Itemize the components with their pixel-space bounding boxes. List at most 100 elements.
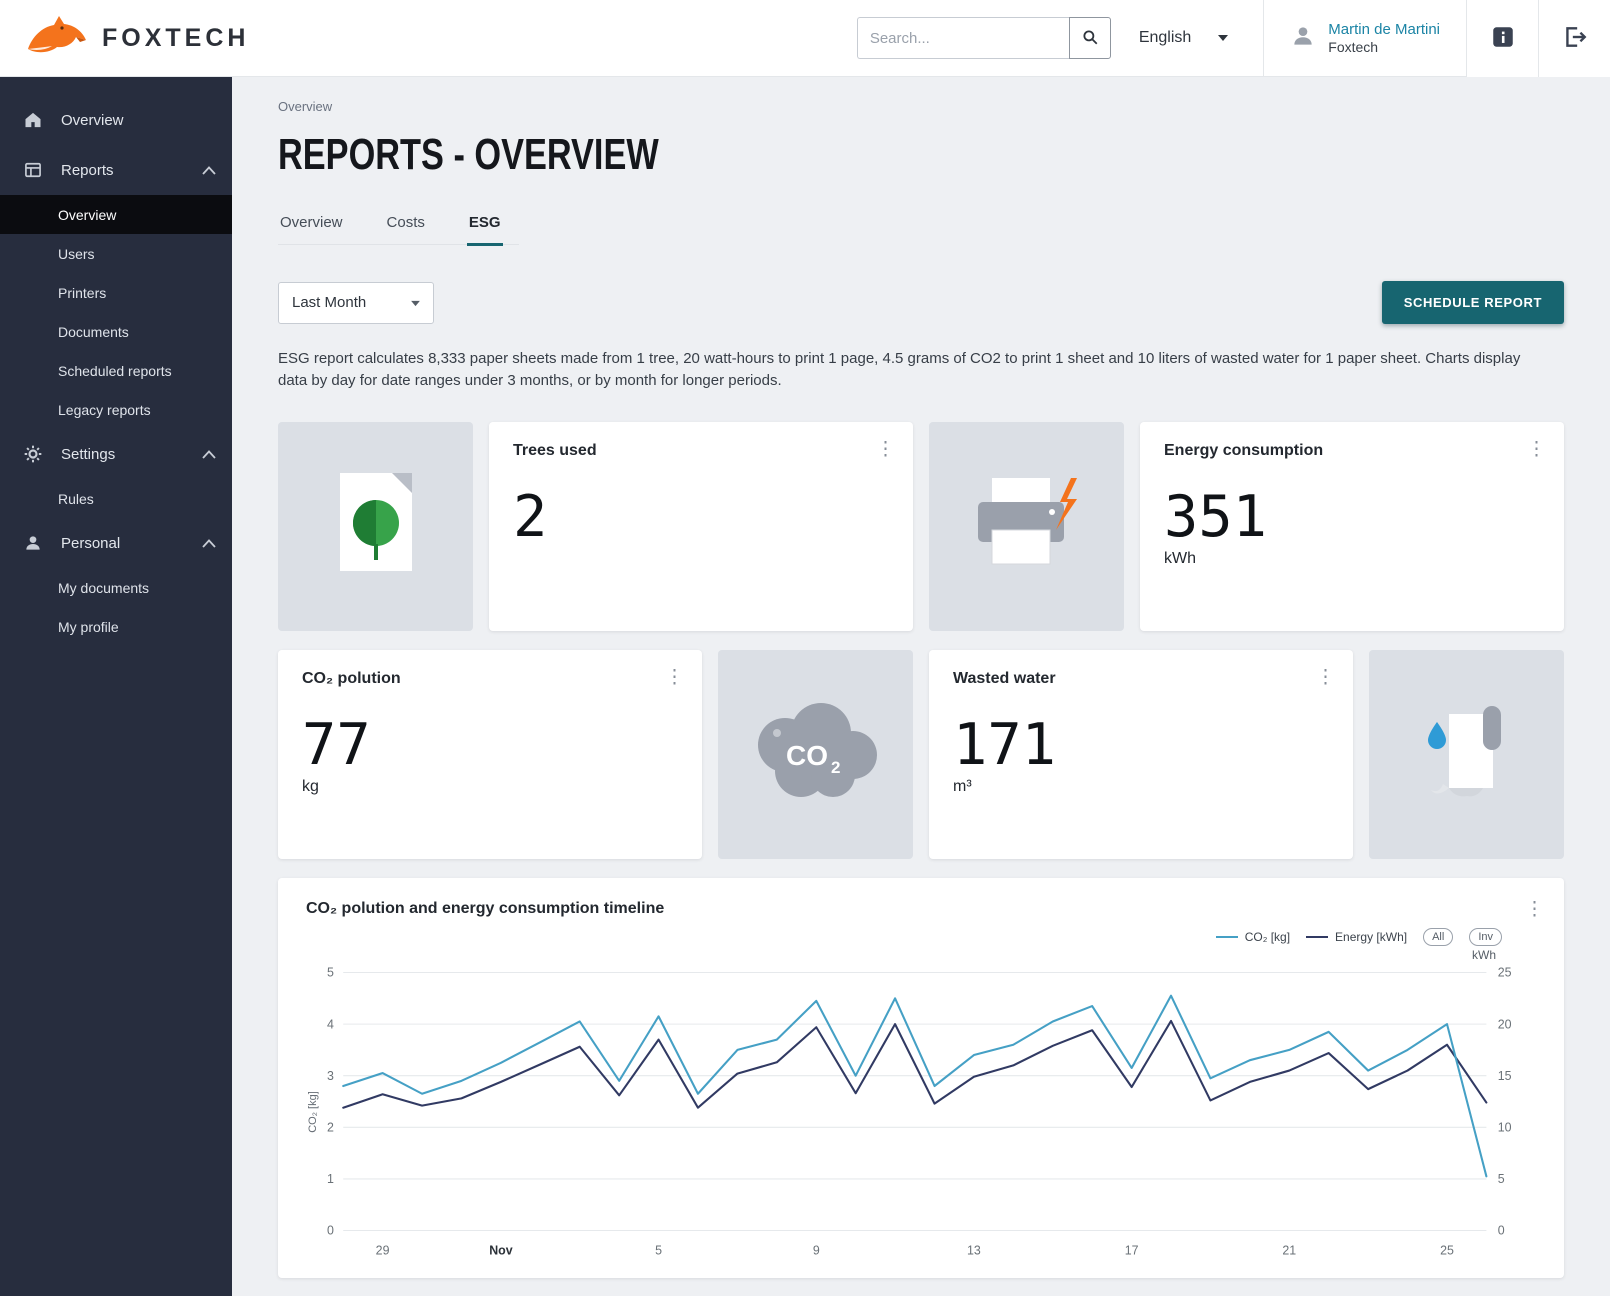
reports-icon xyxy=(22,159,44,181)
tab-overview[interactable]: Overview xyxy=(278,204,345,244)
user-icon xyxy=(1290,23,1316,54)
gear-icon xyxy=(22,443,44,465)
tab-costs[interactable]: Costs xyxy=(385,204,427,244)
sidebar-subitem-label: Printers xyxy=(58,285,106,301)
logout-button[interactable] xyxy=(1539,0,1610,77)
sidebar-item-rules[interactable]: Rules xyxy=(0,479,232,518)
sidebar-subitem-label: Scheduled reports xyxy=(58,363,172,379)
svg-text:1: 1 xyxy=(327,1172,334,1186)
chart-title: CO₂ polution and energy consumption time… xyxy=(306,900,1536,918)
search-button[interactable] xyxy=(1069,17,1111,59)
svg-text:25: 25 xyxy=(1440,1243,1454,1257)
info-button[interactable] xyxy=(1467,0,1538,77)
svg-text:5: 5 xyxy=(327,965,334,979)
sidebar-item-label: Reports xyxy=(61,162,114,179)
sidebar-subitem-label: My profile xyxy=(58,619,119,635)
user-name: Martin de Martini xyxy=(1328,21,1440,40)
main-content: Overview REPORTS - OVERVIEW Overview Cos… xyxy=(232,77,1610,1296)
sidebar-item-personal[interactable]: Personal xyxy=(0,518,232,568)
sidebar-item-settings[interactable]: Settings xyxy=(0,429,232,479)
legend-label: CO₂ [kg] xyxy=(1245,930,1290,944)
search-input[interactable] xyxy=(857,17,1069,59)
home-icon xyxy=(22,109,44,131)
sidebar-item-overview[interactable]: Overview xyxy=(0,95,232,145)
sidebar-item-legacy-reports[interactable]: Legacy reports xyxy=(0,390,232,429)
sidebar-item-users[interactable]: Users xyxy=(0,234,232,273)
breadcrumb[interactable]: Overview xyxy=(278,99,1564,114)
user-menu[interactable]: Martin de Martini Foxtech xyxy=(1264,21,1466,56)
right-axis-label: kWh xyxy=(306,948,1496,962)
svg-text:25: 25 xyxy=(1498,965,1512,979)
svg-text:0: 0 xyxy=(1498,1223,1505,1237)
svg-text:10: 10 xyxy=(1498,1120,1512,1134)
tree-paper-icon xyxy=(328,465,424,588)
language-select[interactable]: English xyxy=(1139,29,1229,47)
card-title: CO₂ polution xyxy=(302,670,678,688)
trees-used-card: Trees used ⋮ 2 xyxy=(489,422,913,631)
period-select-value: Last Month xyxy=(292,294,366,311)
svg-text:13: 13 xyxy=(967,1243,981,1257)
schedule-report-button[interactable]: SCHEDULE REPORT xyxy=(1382,281,1564,324)
kebab-menu-icon[interactable]: ⋮ xyxy=(665,668,684,687)
printer-illustration-card xyxy=(929,422,1124,631)
kebab-menu-icon[interactable]: ⋮ xyxy=(1316,668,1335,687)
energy-consumption-unit: kWh xyxy=(1164,550,1540,570)
sidebar-subitem-label: My documents xyxy=(58,580,149,596)
tree-illustration-card xyxy=(278,422,473,631)
sidebar-subitem-label: Documents xyxy=(58,324,129,340)
topbar: FOXTECH English Martin de Martini Foxtec… xyxy=(0,0,1610,77)
kebab-menu-icon[interactable]: ⋮ xyxy=(1527,440,1546,459)
tab-esg[interactable]: ESG xyxy=(467,204,503,246)
user-organization: Foxtech xyxy=(1328,39,1440,55)
card-title: Energy consumption xyxy=(1164,442,1540,460)
legend-item-co2[interactable]: CO₂ [kg] xyxy=(1216,930,1290,944)
sidebar-item-reports[interactable]: Reports xyxy=(0,145,232,195)
co2-illustration-card: CO 2 xyxy=(718,650,913,859)
tabs: Overview Costs ESG xyxy=(278,204,519,245)
sidebar-subitem-label: Users xyxy=(58,246,95,262)
co2-polution-card: CO₂ polution ⋮ 77 kg xyxy=(278,650,702,859)
sidebar-item-reports-overview[interactable]: Overview xyxy=(0,195,232,234)
energy-consumption-card: Energy consumption ⋮ 351 kWh xyxy=(1140,422,1564,631)
language-label: English xyxy=(1139,29,1191,47)
chart-inv-button[interactable]: Inv xyxy=(1469,928,1502,946)
chart-legend: CO₂ [kg] Energy [kWh] All Inv xyxy=(306,928,1502,946)
svg-text:20: 20 xyxy=(1498,1017,1512,1031)
trees-used-value: 2 xyxy=(513,486,889,549)
svg-text:9: 9 xyxy=(813,1243,820,1257)
brand-logo[interactable]: FOXTECH xyxy=(0,13,249,64)
svg-text:15: 15 xyxy=(1498,1068,1512,1082)
search-icon xyxy=(1081,28,1099,49)
kebab-menu-icon[interactable]: ⋮ xyxy=(876,440,895,459)
sidebar-item-my-documents[interactable]: My documents xyxy=(0,568,232,607)
kebab-menu-icon[interactable]: ⋮ xyxy=(1525,898,1544,921)
chevron-down-icon xyxy=(1217,29,1229,47)
printer-energy-icon xyxy=(964,472,1090,581)
wasted-water-value: 171 xyxy=(953,714,1329,777)
sidebar-item-printers[interactable]: Printers xyxy=(0,273,232,312)
left-axis-label: CO₂ [kg] xyxy=(307,1091,319,1133)
chart-card: CO₂ polution and energy consumption time… xyxy=(278,878,1564,1278)
legend-item-energy[interactable]: Energy [kWh] xyxy=(1306,930,1407,944)
chart-all-button[interactable]: All xyxy=(1423,928,1453,946)
svg-text:0: 0 xyxy=(327,1223,334,1237)
period-select[interactable]: Last Month xyxy=(278,282,434,324)
sidebar-item-scheduled-reports[interactable]: Scheduled reports xyxy=(0,351,232,390)
timeline-line-chart[interactable]: 012345051015202529Nov5913172125 xyxy=(306,962,1536,1262)
logout-icon xyxy=(1562,24,1588,53)
card-title: Trees used xyxy=(513,442,889,460)
svg-text:5: 5 xyxy=(1498,1172,1505,1186)
chevron-up-icon xyxy=(202,446,216,463)
sidebar-subitem-label: Legacy reports xyxy=(58,402,151,418)
svg-text:4: 4 xyxy=(327,1017,334,1031)
chart-area: CO₂ [kg] 012345051015202529Nov5913172125 xyxy=(306,962,1536,1262)
sidebar-item-my-profile[interactable]: My profile xyxy=(0,607,232,646)
sidebar-item-documents[interactable]: Documents xyxy=(0,312,232,351)
chevron-down-icon xyxy=(410,294,421,311)
co2-polution-unit: kg xyxy=(302,778,678,798)
search-group xyxy=(857,17,1111,59)
trees-used-unit xyxy=(513,550,889,570)
page-title: REPORTS - OVERVIEW xyxy=(278,130,659,180)
sidebar-subitem-label: Rules xyxy=(58,491,94,507)
legend-label: Energy [kWh] xyxy=(1335,930,1407,944)
